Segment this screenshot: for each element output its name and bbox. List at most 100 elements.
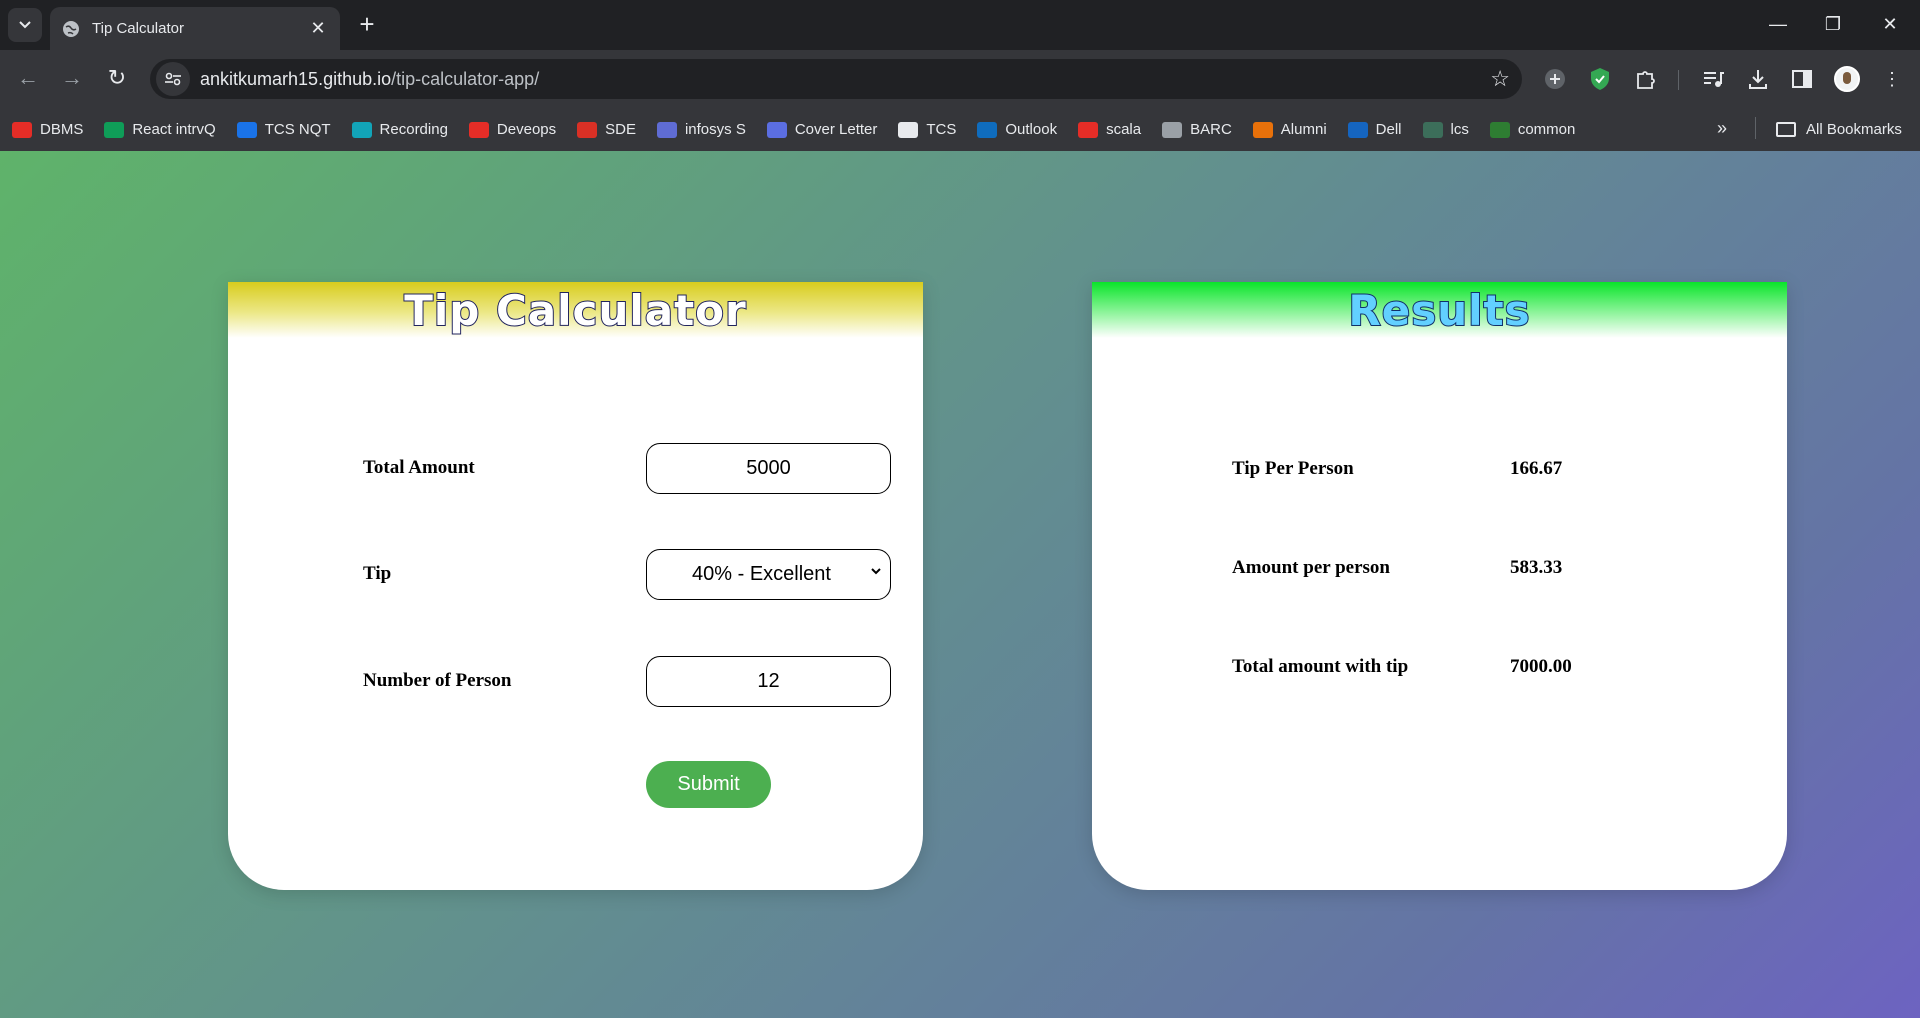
total-amount-input[interactable]: 5000 [646, 443, 891, 494]
total-with-tip-label: Total amount with tip [1232, 656, 1409, 677]
results-header: Results [1092, 282, 1787, 338]
bookmark-item[interactable]: Recording [351, 121, 448, 138]
persons-label: Number of Person [363, 670, 512, 691]
submit-button[interactable]: Submit [646, 761, 771, 808]
bookmark-item[interactable]: TCS [898, 121, 956, 138]
bookmark-favicon-icon [656, 121, 677, 138]
bookmarks-overflow-icon[interactable]: » [1717, 118, 1727, 139]
bookmark-label: Deveops [496, 121, 557, 138]
bookmark-label: Dell [1375, 121, 1402, 138]
bookmark-label: TCS [926, 121, 957, 138]
bookmark-label: common [1517, 121, 1576, 138]
bookmark-item[interactable]: TCS NQT [236, 121, 331, 138]
puzzle-icon[interactable] [1633, 66, 1659, 92]
bookmark-favicon-icon [898, 121, 919, 138]
amount-per-person-value: 583.33 [1510, 557, 1563, 578]
bookmark-item[interactable]: common [1489, 121, 1576, 138]
close-tab-icon[interactable]: ✕ [308, 18, 328, 39]
bookmark-item[interactable]: BARC [1162, 121, 1232, 138]
browser-toolbar: ← → ↻ ankitkumarh15.github.io/tip-calcul… [0, 50, 1920, 108]
forward-button[interactable]: → [56, 62, 88, 94]
download-icon[interactable] [1745, 66, 1771, 92]
tab-strip: Tip Calculator ✕ + — ❐ ✕ [0, 0, 1920, 50]
bookmark-label: Recording [379, 121, 448, 138]
bookmark-item[interactable]: Cover Letter [766, 121, 877, 138]
tip-per-person-value: 166.67 [1510, 458, 1563, 479]
results-card: Results Tip Per Person 166.67 Amount per… [1092, 282, 1787, 890]
bookmark-favicon-icon [104, 121, 125, 138]
url-path: /tip-calculator-app/ [391, 68, 540, 89]
bookmark-label: scala [1106, 121, 1142, 138]
bookmark-favicon-icon [468, 121, 489, 138]
new-tab-button[interactable]: + [352, 10, 382, 40]
bookmark-item[interactable]: lcs [1422, 121, 1469, 138]
all-bookmarks-label: All Bookmarks [1806, 121, 1902, 138]
tab-search-button[interactable] [8, 8, 42, 42]
bookmark-favicon-icon [977, 121, 998, 138]
chevron-down-icon [871, 568, 881, 575]
url-text: ankitkumarh15.github.io/tip-calculator-a… [200, 69, 1490, 90]
bookmark-item[interactable]: infosys S [656, 121, 746, 138]
close-window-button[interactable]: ✕ [1870, 8, 1910, 40]
bookmark-label: React intrvQ [132, 121, 216, 138]
bookmark-favicon-icon [1422, 121, 1443, 138]
bookmark-item[interactable]: Dell [1347, 121, 1402, 138]
site-info-button[interactable] [156, 62, 190, 96]
bookmark-item[interactable]: React intrvQ [104, 121, 216, 138]
restore-button[interactable]: ❐ [1813, 8, 1853, 40]
total-amount-label: Total Amount [363, 457, 475, 478]
chevron-down-icon [19, 21, 31, 29]
page-background: Tip Calculator Total Amount 5000 Tip 40%… [0, 151, 1920, 1018]
media-queue-icon[interactable] [1700, 66, 1726, 92]
tip-label: Tip [363, 563, 392, 584]
side-panel-icon[interactable] [1789, 66, 1815, 92]
bookmark-item[interactable]: Alumni [1252, 121, 1327, 138]
active-tab[interactable]: Tip Calculator ✕ [50, 7, 340, 50]
bookmark-favicon-icon [1162, 121, 1183, 138]
tab-title: Tip Calculator [92, 20, 184, 37]
bookmark-favicon-icon [236, 121, 257, 138]
extension-add-icon[interactable] [1542, 66, 1568, 92]
bookmark-item[interactable]: SDE [577, 121, 636, 138]
tip-per-person-label: Tip Per Person [1232, 458, 1354, 479]
bookmark-favicon-icon [766, 121, 787, 138]
address-bar[interactable]: ankitkumarh15.github.io/tip-calculator-a… [150, 59, 1522, 99]
bookmark-favicon-icon [577, 121, 598, 138]
bookmark-label: TCS NQT [264, 121, 331, 138]
tune-icon [165, 72, 181, 86]
globe-icon [63, 20, 79, 37]
calculator-title: Tip Calculator [403, 285, 747, 336]
bookmark-favicon-icon [1347, 121, 1368, 138]
bookmark-star-icon[interactable]: ☆ [1490, 66, 1510, 92]
bookmark-label: SDE [605, 121, 636, 138]
persons-value: 12 [757, 670, 780, 692]
bookmark-label: BARC [1190, 121, 1232, 138]
amount-per-person-label: Amount per person [1232, 557, 1390, 578]
calculator-card: Tip Calculator Total Amount 5000 Tip 40%… [228, 282, 923, 890]
bookmark-label: infosys S [684, 121, 746, 138]
bookmark-item[interactable]: Outlook [977, 121, 1057, 138]
persons-input[interactable]: 12 [646, 656, 891, 707]
minimize-button[interactable]: — [1758, 8, 1798, 40]
kebab-menu-icon[interactable]: ⋮ [1879, 66, 1905, 92]
bookmark-item[interactable]: scala [1078, 121, 1141, 138]
bookmark-favicon-icon [1078, 121, 1099, 138]
tip-selected-value: 40% - Excellent [692, 563, 831, 585]
bookmark-label: DBMS [40, 121, 84, 138]
tip-select[interactable]: 40% - Excellent [646, 549, 891, 600]
bookmark-favicon-icon [1489, 121, 1510, 138]
bookmark-item[interactable]: DBMS [12, 121, 83, 138]
bookmark-label: Alumni [1280, 121, 1327, 138]
bookmarks-bar: DBMS React intrvQ TCS NQT Recording Deveops S… [0, 108, 1920, 151]
bookmark-favicon-icon [351, 121, 372, 138]
bookmark-label: Outlook [1005, 121, 1058, 138]
all-bookmarks-button[interactable]: All Bookmarks [1776, 108, 1902, 151]
back-button[interactable]: ← [12, 62, 44, 94]
bookmark-item[interactable]: Deveops [468, 121, 557, 138]
folder-icon [1776, 122, 1796, 137]
shield-icon[interactable] [1587, 66, 1613, 92]
toolbar-divider [1678, 70, 1679, 90]
reload-button[interactable]: ↻ [101, 62, 133, 94]
calculator-header: Tip Calculator [228, 282, 923, 338]
profile-avatar[interactable] [1834, 66, 1860, 92]
